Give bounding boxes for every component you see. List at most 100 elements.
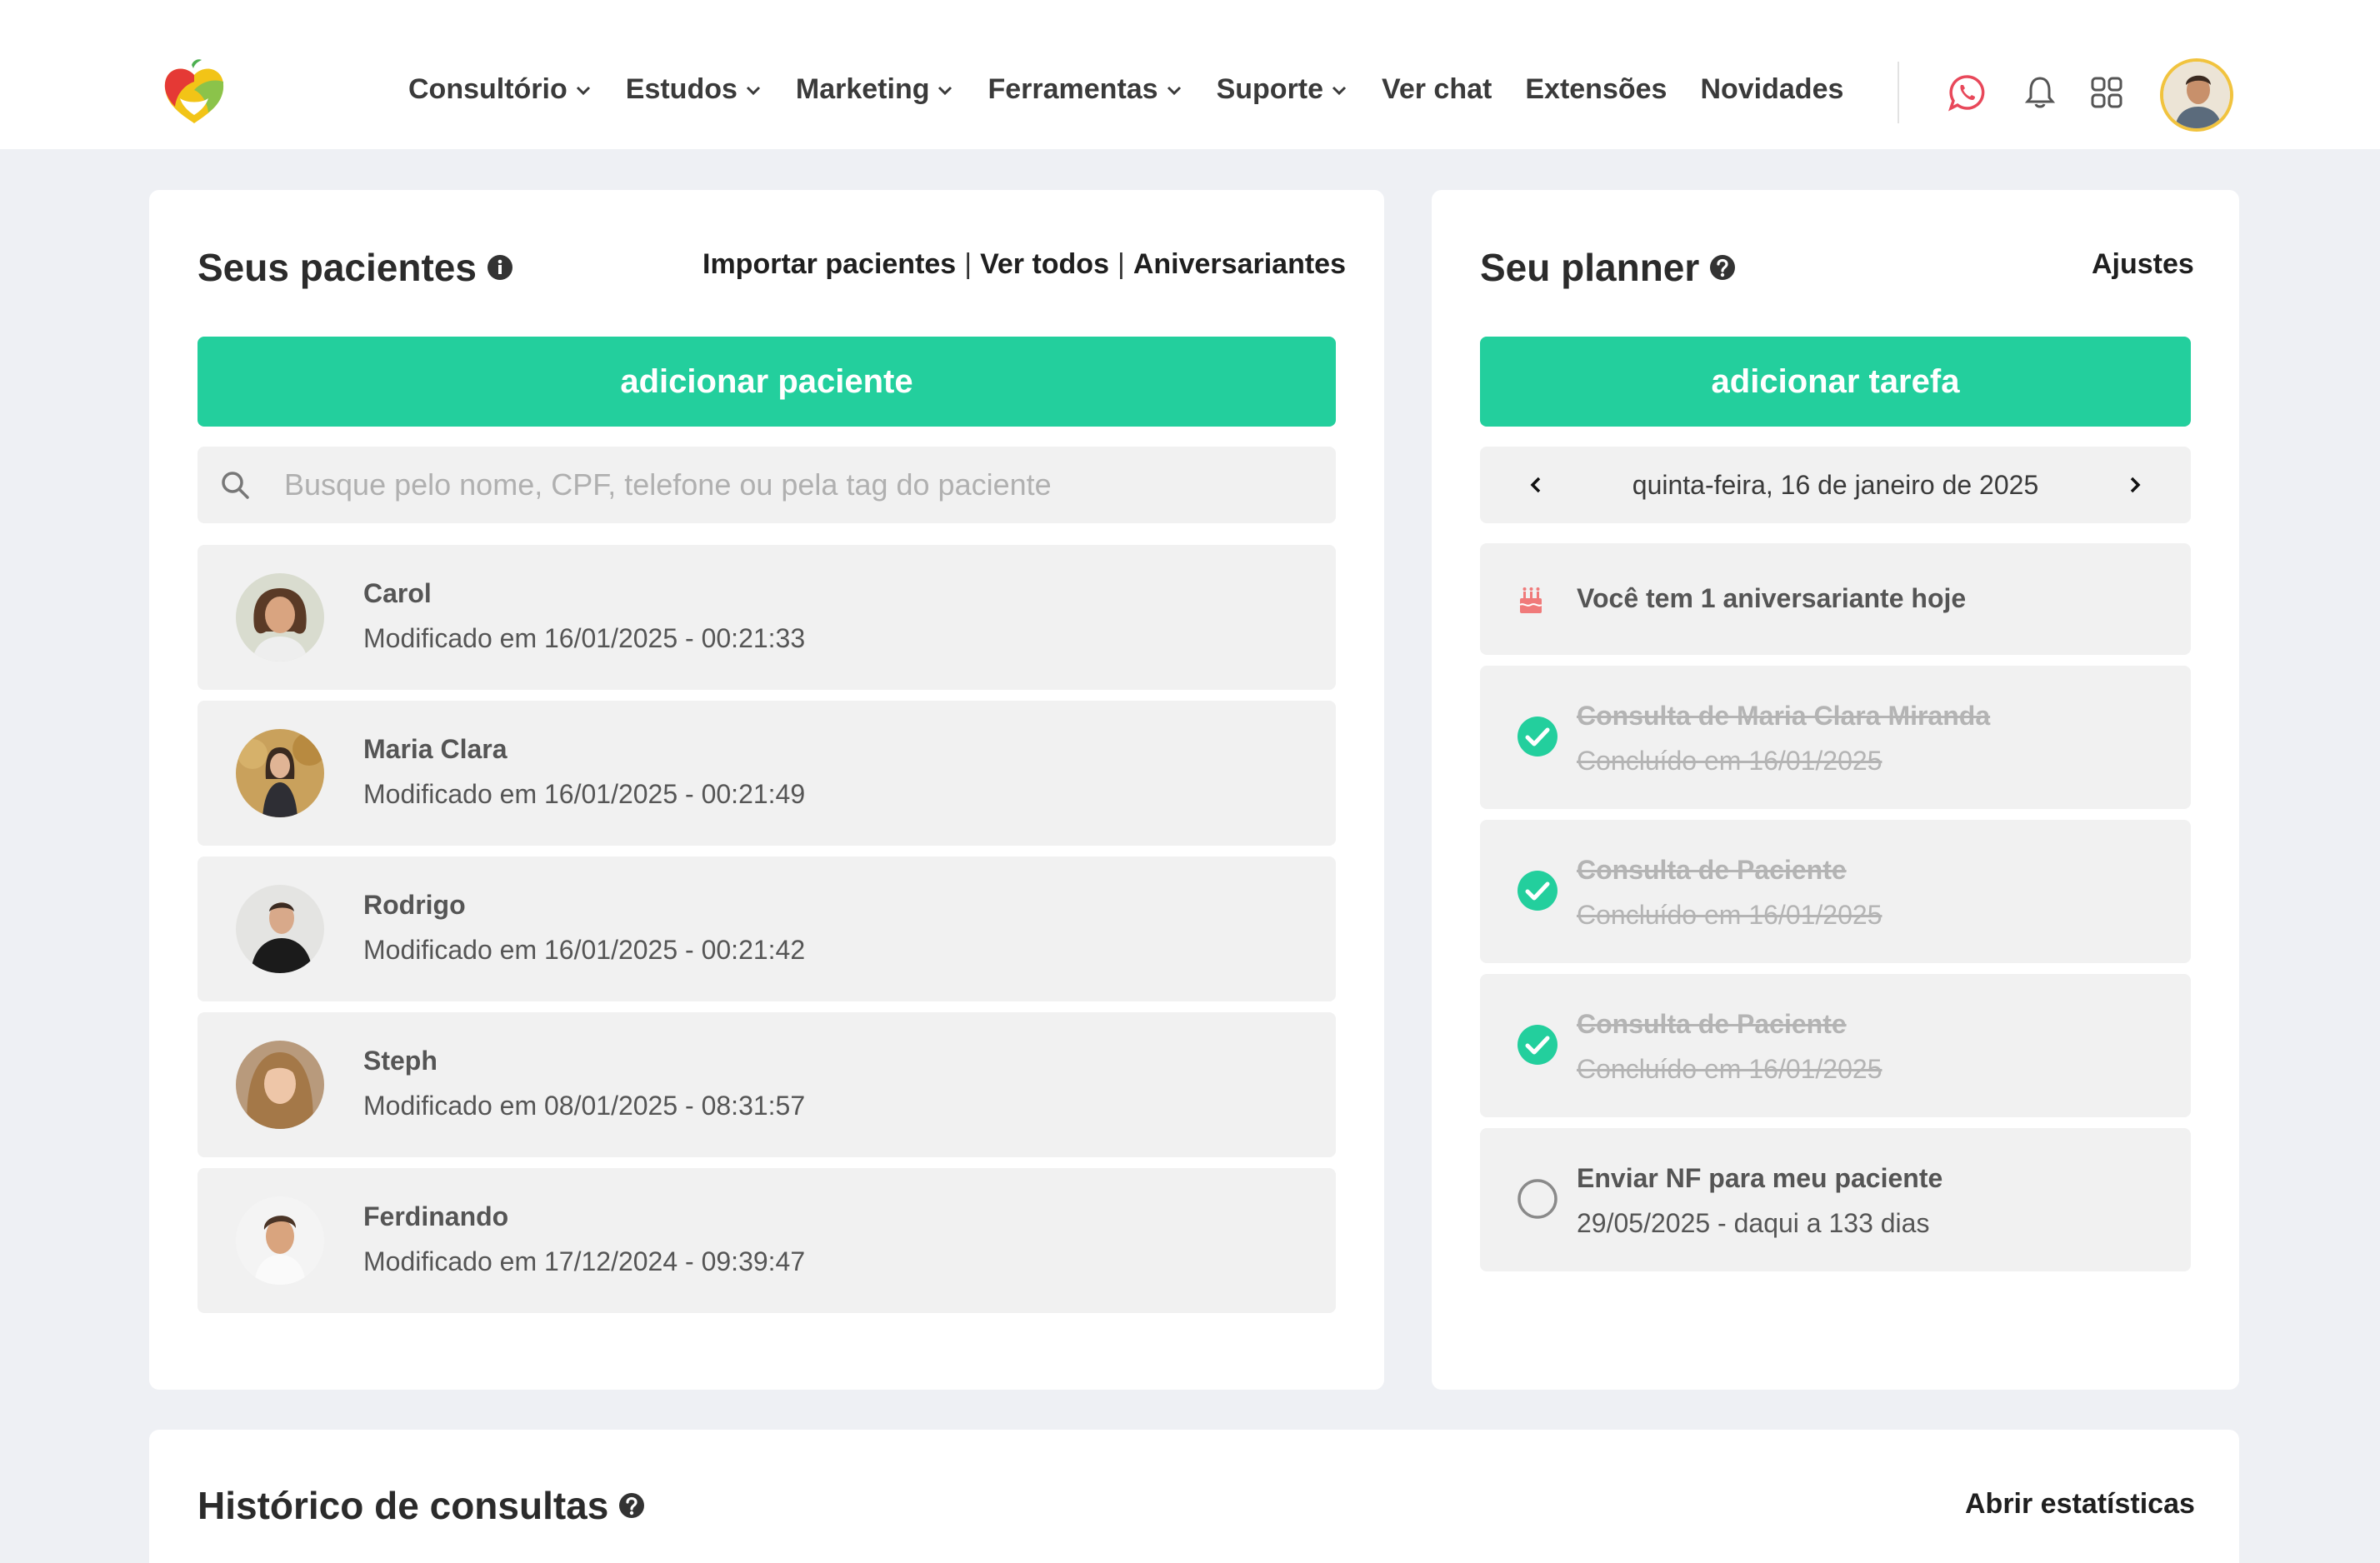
patient-avatar bbox=[236, 1041, 324, 1129]
link-separator: | bbox=[1118, 248, 1125, 280]
patient-name: Carol bbox=[363, 578, 432, 608]
add-patient-button[interactable]: adicionar paciente bbox=[198, 337, 1336, 427]
apps-grid-icon bbox=[2091, 77, 2122, 108]
birthday-notice-text: Você tem 1 aniversariante hoje bbox=[1577, 583, 1967, 613]
import-patients-link[interactable]: Importar pacientes bbox=[702, 248, 956, 281]
history-title: Histórico de consultas bbox=[198, 1483, 645, 1528]
patient-row[interactable]: Maria Clara Modificado em 16/01/2025 - 0… bbox=[198, 701, 1336, 846]
nav-novidades[interactable]: Novidades bbox=[1700, 73, 1843, 106]
view-all-link[interactable]: Ver todos bbox=[980, 248, 1109, 281]
birthday-cake-icon bbox=[1519, 587, 1542, 613]
task-subtitle: Concluído em 16/01/2025 bbox=[1577, 746, 1882, 776]
task-title: Enviar NF para meu paciente bbox=[1577, 1163, 1943, 1193]
patient-modified: Modificado em 16/01/2025 - 00:21:42 bbox=[363, 935, 806, 965]
search-input[interactable] bbox=[284, 467, 1284, 502]
whatsapp-button[interactable] bbox=[1947, 72, 1987, 112]
chevron-down-icon bbox=[938, 86, 952, 95]
patients-card: Seus pacientes Importar pacientes | Ver … bbox=[149, 190, 1384, 1390]
help-icon[interactable] bbox=[1709, 254, 1736, 281]
current-date: quinta-feira, 16 de janeiro de 2025 bbox=[1632, 469, 2039, 500]
birthdays-link[interactable]: Aniversariantes bbox=[1133, 248, 1346, 281]
patient-avatar bbox=[236, 885, 324, 973]
search-icon bbox=[222, 472, 249, 499]
patients-title: Seus pacientes bbox=[198, 245, 513, 290]
planner-title-text: Seu planner bbox=[1480, 246, 1700, 289]
whatsapp-icon bbox=[1948, 75, 1985, 112]
top-navbar: Consultório Estudos Marketing Ferramenta… bbox=[0, 0, 2380, 149]
notifications-button[interactable] bbox=[2020, 72, 2060, 112]
task-subtitle: Concluído em 16/01/2025 bbox=[1577, 900, 1882, 930]
history-title-text: Histórico de consultas bbox=[198, 1484, 609, 1527]
task-item[interactable]: Consulta de Paciente Concluído em 16/01/… bbox=[1480, 820, 2191, 963]
history-links: Abrir estatísticas bbox=[1965, 1488, 2195, 1521]
chevron-right-icon bbox=[2130, 477, 2141, 493]
chevron-down-icon bbox=[746, 86, 760, 95]
link-separator: | bbox=[964, 248, 972, 280]
task-title: Consulta de Paciente bbox=[1577, 855, 1847, 885]
next-day-button[interactable] bbox=[2121, 471, 2149, 499]
task-item[interactable]: Enviar NF para meu paciente 29/05/2025 -… bbox=[1480, 1128, 2191, 1271]
patient-name: Ferdinando bbox=[363, 1201, 509, 1231]
task-title: Consulta de Maria Clara Miranda bbox=[1577, 701, 1991, 731]
chevron-down-icon bbox=[576, 86, 590, 95]
info-icon[interactable] bbox=[487, 254, 513, 281]
add-task-button[interactable]: adicionar tarefa bbox=[1480, 337, 2191, 427]
help-icon[interactable] bbox=[618, 1492, 645, 1519]
user-avatar[interactable] bbox=[2160, 58, 2233, 132]
task-subtitle: 29/05/2025 - daqui a 133 dias bbox=[1577, 1208, 1930, 1238]
patient-name: Maria Clara bbox=[363, 734, 508, 764]
check-circle-icon[interactable] bbox=[1517, 870, 1558, 911]
patient-name: Rodrigo bbox=[363, 890, 466, 920]
nav-ferramentas[interactable]: Ferramentas bbox=[988, 73, 1182, 106]
patient-modified: Modificado em 17/12/2024 - 09:39:47 bbox=[363, 1246, 806, 1276]
patient-modified: Modificado em 16/01/2025 - 00:21:49 bbox=[363, 779, 806, 809]
empty-circle-icon[interactable] bbox=[1517, 1178, 1558, 1220]
patient-row[interactable]: Ferdinando Modificado em 17/12/2024 - 09… bbox=[198, 1168, 1336, 1313]
nav-estudos[interactable]: Estudos bbox=[626, 73, 762, 106]
main-nav: Consultório Estudos Marketing Ferramenta… bbox=[408, 73, 1877, 106]
bell-icon bbox=[2024, 77, 2056, 108]
patient-row[interactable]: Steph Modificado em 08/01/2025 - 08:31:5… bbox=[198, 1012, 1336, 1157]
patient-avatar bbox=[236, 729, 324, 817]
open-statistics-link[interactable]: Abrir estatísticas bbox=[1965, 1488, 2195, 1521]
previous-day-button[interactable] bbox=[1522, 471, 1550, 499]
patient-name: Steph bbox=[363, 1046, 438, 1076]
planner-title: Seu planner bbox=[1480, 245, 1736, 290]
task-list: Você tem 1 aniversariante hoje Consulta … bbox=[1480, 543, 2191, 1282]
chevron-down-icon bbox=[1332, 86, 1347, 95]
user-avatar-image bbox=[2163, 62, 2230, 128]
planner-links: Ajustes bbox=[2092, 248, 2194, 281]
nav-marketing[interactable]: Marketing bbox=[796, 73, 955, 106]
date-navigator: quinta-feira, 16 de janeiro de 2025 bbox=[1480, 447, 2191, 523]
nav-suporte[interactable]: Suporte bbox=[1217, 73, 1348, 106]
nav-label: Estudos bbox=[625, 73, 738, 105]
nav-consultorio[interactable]: Consultório bbox=[408, 73, 592, 106]
patient-avatar bbox=[236, 1196, 324, 1285]
patient-modified: Modificado em 16/01/2025 - 00:21:33 bbox=[363, 623, 806, 653]
history-card: Histórico de consultas Abrir estatística… bbox=[149, 1430, 2239, 1563]
apps-button[interactable] bbox=[2087, 72, 2127, 112]
patient-row[interactable]: Rodrigo Modificado em 16/01/2025 - 00:21… bbox=[198, 856, 1336, 1001]
nav-label: Marketing bbox=[795, 73, 930, 105]
planner-card: Seu planner Ajustes adicionar tarefa qui… bbox=[1432, 190, 2239, 1390]
task-title: Consulta de Paciente bbox=[1577, 1009, 1847, 1039]
nav-label: Consultório bbox=[408, 73, 568, 105]
task-item[interactable]: Consulta de Maria Clara Miranda Concluíd… bbox=[1480, 666, 2191, 809]
check-circle-icon[interactable] bbox=[1517, 1024, 1558, 1066]
brand-logo[interactable] bbox=[158, 57, 230, 128]
patient-avatar bbox=[236, 573, 324, 662]
chevron-down-icon bbox=[1167, 86, 1181, 95]
nav-extensoes[interactable]: Extensões bbox=[1525, 73, 1667, 106]
birthday-notice[interactable]: Você tem 1 aniversariante hoje bbox=[1480, 543, 2191, 655]
check-circle-icon[interactable] bbox=[1517, 716, 1558, 757]
patient-row[interactable]: Carol Modificado em 16/01/2025 - 00:21:3… bbox=[198, 545, 1336, 690]
task-item[interactable]: Consulta de Paciente Concluído em 16/01/… bbox=[1480, 974, 2191, 1117]
patients-title-text: Seus pacientes bbox=[198, 246, 477, 289]
planner-settings-link[interactable]: Ajustes bbox=[2092, 248, 2194, 281]
patient-modified: Modificado em 08/01/2025 - 08:31:57 bbox=[363, 1091, 806, 1121]
nav-label: Ferramentas bbox=[988, 73, 1158, 105]
patient-list: Carol Modificado em 16/01/2025 - 00:21:3… bbox=[198, 545, 1336, 1324]
nav-label: Suporte bbox=[1216, 73, 1324, 105]
task-subtitle: Concluído em 16/01/2025 bbox=[1577, 1054, 1882, 1084]
nav-ver-chat[interactable]: Ver chat bbox=[1382, 73, 1492, 106]
